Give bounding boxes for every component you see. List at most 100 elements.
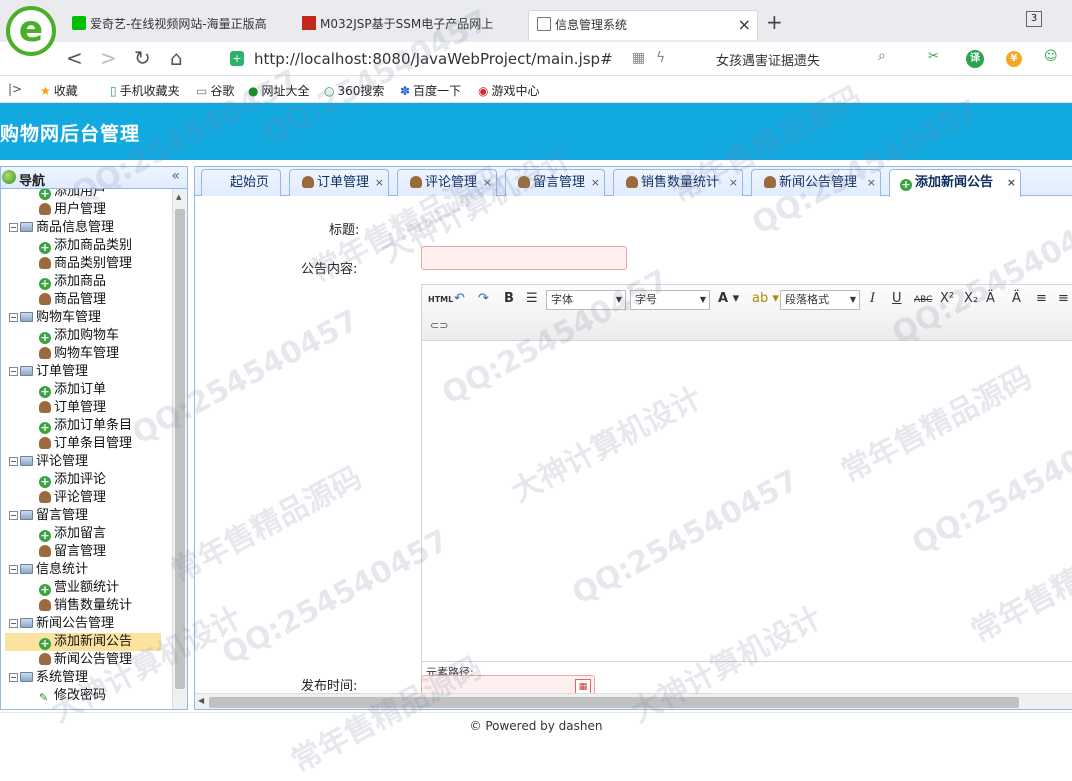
bookmark-item[interactable]: ▭ 谷歌 <box>196 82 234 99</box>
close-tab-icon[interactable]: × <box>375 170 384 195</box>
browser-tab-active[interactable]: 信息管理系统 × <box>528 10 758 40</box>
collapse-toggle-icon[interactable]: − <box>9 457 18 466</box>
close-tab-icon[interactable]: × <box>591 170 600 195</box>
page-tab[interactable]: 销售数量统计 × <box>613 169 743 196</box>
browser-logo-icon[interactable]: e <box>6 6 56 56</box>
collapse-toggle-icon[interactable]: − <box>9 619 18 628</box>
url-text[interactable]: http://localhost:8080/JavaWebProject/mai… <box>254 50 613 68</box>
editor-content-area[interactable] <box>422 342 1072 660</box>
sidebar-item[interactable]: + 添加购物车 <box>5 327 161 345</box>
bold-icon[interactable]: B <box>504 290 514 308</box>
scroll-up-icon[interactable]: ▲ <box>176 193 181 201</box>
sidebar-item[interactable]: 商品管理 <box>5 291 161 309</box>
sidebar-item[interactable]: + 添加评论 <box>5 471 161 489</box>
translate-icon[interactable]: 译 <box>966 50 984 68</box>
subscript-icon[interactable]: X₂ <box>964 290 978 308</box>
sidebar-item[interactable]: 购物车管理 <box>5 345 161 363</box>
sidebar-item[interactable]: + 添加商品类别 <box>5 237 161 255</box>
undo-icon[interactable]: ↶ <box>454 290 465 308</box>
size-select[interactable]: 字号 ▼ <box>630 290 710 310</box>
search-icon[interactable]: ⌕ <box>878 48 886 64</box>
sidebar-scroll-thumb[interactable] <box>175 209 185 689</box>
collapse-toggle-icon[interactable]: − <box>9 313 18 322</box>
page-tab[interactable]: 起始页 <box>201 169 281 196</box>
sidebar-item[interactable]: − 新闻公告管理 <box>9 615 169 633</box>
browser-tab-iqiyi[interactable]: 爱奇艺-在线视频网站-海量正版高 <box>72 10 282 40</box>
sidebar-item[interactable]: − 商品信息管理 <box>9 219 169 237</box>
bookmark-item[interactable]: ○ 360搜索 <box>324 82 384 99</box>
scroll-left-icon[interactable]: ◀ <box>198 696 204 705</box>
sidebar-item[interactable]: + 添加订单 <box>5 381 161 399</box>
sidebar-item[interactable]: − 购物车管理 <box>9 309 169 327</box>
home-icon[interactable]: ⌂ <box>170 46 183 70</box>
sidebar-item[interactable]: 商品类别管理 <box>5 255 161 273</box>
collapse-toggle-icon[interactable]: − <box>9 565 18 574</box>
collapse-toggle-icon[interactable]: − <box>9 511 18 520</box>
sidebar-item[interactable]: 销售数量统计 <box>5 597 161 615</box>
sidebar-item[interactable]: 用户管理 <box>5 201 161 219</box>
horizontal-scroll-thumb[interactable] <box>209 697 1019 708</box>
page-tab[interactable]: 评论管理 × <box>397 169 497 196</box>
browser-tab-project[interactable]: M032JSP基于SSM电子产品网上 <box>302 10 516 40</box>
bookmark-item[interactable]: ◉ 游戏中心 <box>478 82 540 99</box>
tab-count-badge[interactable]: 3 <box>1026 11 1042 27</box>
close-tab-icon[interactable]: × <box>867 170 876 195</box>
sidebar-toggle-icon[interactable]: |> <box>8 82 22 96</box>
new-tab-button[interactable]: + <box>766 10 783 34</box>
collapse-icon[interactable]: « <box>171 168 180 184</box>
sidebar-item[interactable]: − 留言管理 <box>9 507 169 525</box>
superscript-icon[interactable]: X² <box>940 290 954 308</box>
bookmark-item[interactable]: ✽ 百度一下 <box>400 82 461 99</box>
sidebar-item[interactable]: + 营业额统计 <box>5 579 161 597</box>
sidebar-item[interactable]: − 评论管理 <box>9 453 169 471</box>
sidebar-item[interactable]: + 添加新闻公告 <box>5 633 161 651</box>
sidebar-item[interactable]: + 添加订单条目 <box>5 417 161 435</box>
collapse-toggle-icon[interactable]: − <box>9 367 18 376</box>
sidebar-item[interactable]: 新闻公告管理 <box>5 651 161 669</box>
back-icon[interactable]: < <box>66 46 83 70</box>
link-icon[interactable]: ⊂⊃ <box>430 317 448 335</box>
collapse-toggle-icon[interactable]: − <box>9 223 18 232</box>
sidebar-item[interactable]: − 订单管理 <box>9 363 169 381</box>
sidebar-item[interactable]: + 添加留言 <box>5 525 161 543</box>
grid-icon[interactable]: ▦ <box>632 50 645 66</box>
close-tab-icon[interactable]: × <box>483 170 492 195</box>
horizontal-scrollbar[interactable]: ◀ <box>195 693 1072 709</box>
align-center-icon[interactable]: ≡ <box>1058 290 1069 308</box>
align-left-icon[interactable]: ≡ <box>1036 290 1047 308</box>
page-tab[interactable]: 新闻公告管理 × <box>751 169 881 196</box>
sidebar-item[interactable]: 订单管理 <box>5 399 161 417</box>
reload-icon[interactable]: ↻ <box>134 46 151 70</box>
strikethrough-icon[interactable]: ABC <box>914 291 932 309</box>
page-tab[interactable]: + 添加新闻公告 × <box>889 169 1021 197</box>
sidebar-item[interactable]: + 添加商品 <box>5 273 161 291</box>
sidebar-item[interactable]: 留言管理 <box>5 543 161 561</box>
forward-icon[interactable]: > <box>100 46 117 70</box>
paragraph-select[interactable]: 段落格式 ▼ <box>780 290 860 310</box>
extension-icon[interactable]: ☺ <box>1044 49 1058 64</box>
font-grow-icon[interactable]: Ä <box>986 290 995 308</box>
html-source-button[interactable]: HTML <box>428 291 453 309</box>
scissors-icon[interactable]: ✂ <box>928 49 939 64</box>
close-tab-icon[interactable]: × <box>729 170 738 195</box>
clear-format-icon[interactable]: ☰ <box>526 290 538 308</box>
italic-icon[interactable]: I <box>870 290 875 308</box>
sidebar-item[interactable]: − 系统管理 <box>9 669 169 687</box>
close-tab-icon[interactable]: × <box>738 11 751 39</box>
font-color-icon[interactable]: A ▾ <box>718 290 739 308</box>
sidebar-item[interactable]: + 添加用户 <box>5 189 161 201</box>
underline-icon[interactable]: U <box>892 290 902 308</box>
bookmark-item[interactable]: ● 网址大全 <box>248 82 310 99</box>
highlight-color-icon[interactable]: ab ▾ <box>752 290 779 308</box>
sidebar-item[interactable]: 订单条目管理 <box>5 435 161 453</box>
search-field[interactable]: 女孩遇害证据遗失 <box>716 50 820 69</box>
title-input[interactable] <box>421 246 627 270</box>
page-tab[interactable]: 订单管理 × <box>289 169 389 196</box>
sidebar-scrollbar[interactable]: ▲ <box>172 189 187 709</box>
bookmark-item[interactable]: ▯ 手机收藏夹 <box>110 82 180 99</box>
bookmark-item[interactable]: ★ 收藏 <box>40 82 78 99</box>
url-field[interactable]: + http://localhost:8080/JavaWebProject/m… <box>224 46 698 72</box>
sidebar-item[interactable]: − 信息统计 <box>9 561 169 579</box>
collapse-toggle-icon[interactable]: − <box>9 673 18 682</box>
font-shrink-icon[interactable]: Ä <box>1012 290 1021 308</box>
